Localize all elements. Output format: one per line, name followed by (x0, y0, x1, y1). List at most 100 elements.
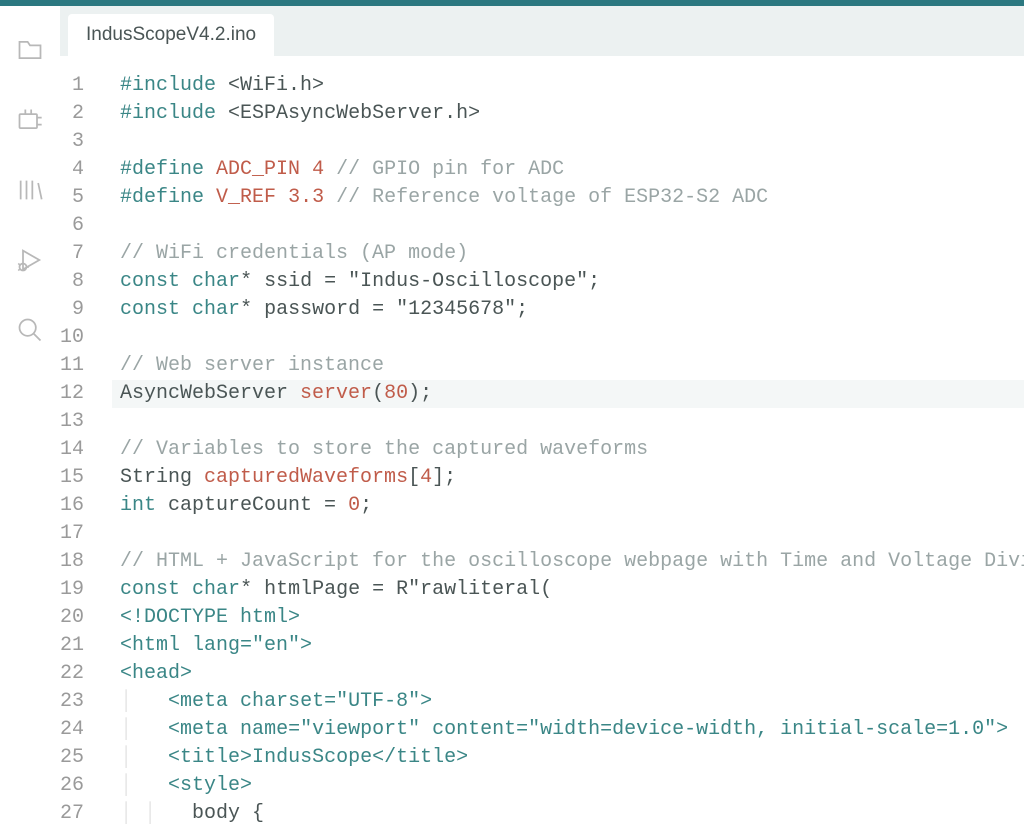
code-line[interactable]: │ <title>IndusScope</title> (112, 744, 1024, 772)
code-line[interactable]: // Variables to store the captured wavef… (112, 436, 1024, 464)
code-token: // Variables to store the captured wavef… (120, 438, 648, 461)
code-line[interactable] (112, 408, 1024, 436)
code-line[interactable] (112, 128, 1024, 156)
code-line[interactable] (112, 520, 1024, 548)
main-container: IndusScopeV4.2.ino 123456789101112131415… (0, 6, 1024, 824)
code-line[interactable]: #define V_REF 3.3 // Reference voltage o… (112, 184, 1024, 212)
line-number: 22 (60, 660, 84, 688)
code-token: "rawliteral( (408, 578, 552, 601)
code-token: String (120, 466, 204, 489)
tab-file[interactable]: IndusScopeV4.2.ino (68, 14, 274, 56)
code-token: <meta charset="UTF-8"> (168, 690, 432, 713)
code-token: #include (120, 102, 216, 125)
code-token: * password = (240, 298, 396, 321)
line-number: 15 (60, 464, 84, 492)
code-line[interactable]: <html lang="en"> (112, 632, 1024, 660)
code-token: * htmlPage = R (240, 578, 408, 601)
code-line[interactable]: // Web server instance (112, 352, 1024, 380)
code-token (180, 270, 192, 293)
line-number: 12 (60, 380, 84, 408)
code-line[interactable] (112, 324, 1024, 352)
code-token: // Web server instance (120, 354, 384, 377)
code-line[interactable]: │ <meta name="viewport" content="width=d… (112, 716, 1024, 744)
code-token: <head> (120, 662, 192, 685)
code-token: // HTML + JavaScript for the oscilloscop… (120, 550, 1024, 573)
code-line[interactable]: const char* ssid = "Indus-Oscilloscope"; (112, 268, 1024, 296)
code-content[interactable]: #include <WiFi.h>#include <ESPAsyncWebSe… (112, 56, 1024, 824)
code-line[interactable]: const char* htmlPage = R"rawliteral( (112, 576, 1024, 604)
content-area: IndusScopeV4.2.ino 123456789101112131415… (60, 6, 1024, 824)
line-number: 26 (60, 772, 84, 800)
line-number: 5 (60, 184, 84, 212)
line-number: 8 (60, 268, 84, 296)
code-token (144, 746, 168, 769)
code-token: const (120, 578, 180, 601)
line-number: 21 (60, 632, 84, 660)
code-line[interactable]: String capturedWaveforms[4]; (112, 464, 1024, 492)
code-line[interactable]: <head> (112, 660, 1024, 688)
code-token: <WiFi.h> (228, 74, 324, 97)
line-number: 9 (60, 296, 84, 324)
code-line[interactable] (112, 212, 1024, 240)
tab-filename: IndusScopeV4.2.ino (86, 24, 256, 46)
line-number: 23 (60, 688, 84, 716)
code-line[interactable]: │ <style> (112, 772, 1024, 800)
code-line[interactable]: │ │ body { (112, 800, 1024, 824)
code-token: server (300, 382, 372, 405)
line-number: 1 (60, 72, 84, 100)
code-token (324, 158, 336, 181)
line-number: 27 (60, 800, 84, 824)
search-icon[interactable] (14, 314, 46, 346)
code-token: <meta name="viewport" content="width=dev… (168, 718, 1008, 741)
code-token: │ (144, 802, 168, 824)
code-token: <style> (168, 774, 252, 797)
code-token: V_REF (216, 186, 276, 209)
code-token: ; (516, 298, 528, 321)
line-number: 20 (60, 604, 84, 632)
code-token: char (192, 270, 240, 293)
code-token: 4 (420, 466, 432, 489)
code-editor[interactable]: 1234567891011121314151617181920212223242… (60, 56, 1024, 824)
code-token: 3.3 (288, 186, 324, 209)
code-token (300, 158, 312, 181)
code-token: <ESPAsyncWebServer.h> (228, 102, 480, 125)
code-token: const (120, 270, 180, 293)
folder-icon[interactable] (14, 34, 46, 66)
code-line[interactable]: AsyncWebServer server(80); (112, 380, 1024, 408)
code-token (144, 690, 168, 713)
code-line[interactable]: const char* password = "12345678"; (112, 296, 1024, 324)
code-token (216, 102, 228, 125)
code-line[interactable]: // WiFi credentials (AP mode) (112, 240, 1024, 268)
debug-icon[interactable] (14, 244, 46, 276)
line-number: 13 (60, 408, 84, 436)
line-number: 2 (60, 100, 84, 128)
code-line[interactable]: // HTML + JavaScript for the oscilloscop… (112, 548, 1024, 576)
code-token: #include (120, 74, 216, 97)
code-token: "12345678" (396, 298, 516, 321)
code-token (180, 578, 192, 601)
code-token: 80 (384, 382, 408, 405)
code-token: ; (588, 270, 600, 293)
code-token: * ssid = (240, 270, 348, 293)
code-token: ( (372, 382, 384, 405)
code-token: char (192, 578, 240, 601)
code-token: #define (120, 186, 204, 209)
code-line[interactable]: int captureCount = 0; (112, 492, 1024, 520)
code-line[interactable]: #include <ESPAsyncWebServer.h> (112, 100, 1024, 128)
code-line[interactable]: <!DOCTYPE html> (112, 604, 1024, 632)
code-token: // GPIO pin for ADC (336, 158, 564, 181)
library-icon[interactable] (14, 174, 46, 206)
code-token: │ (120, 802, 144, 824)
code-token (276, 186, 288, 209)
code-token: [ (408, 466, 420, 489)
code-line[interactable]: │ <meta charset="UTF-8"> (112, 688, 1024, 716)
code-token: const (120, 298, 180, 321)
code-line[interactable]: #include <WiFi.h> (112, 72, 1024, 100)
sidebar (0, 6, 60, 824)
code-line[interactable]: #define ADC_PIN 4 // GPIO pin for ADC (112, 156, 1024, 184)
code-token: │ (120, 746, 144, 769)
line-number: 3 (60, 128, 84, 156)
boards-icon[interactable] (14, 104, 46, 136)
line-number: 24 (60, 716, 84, 744)
code-token: #define (120, 158, 204, 181)
